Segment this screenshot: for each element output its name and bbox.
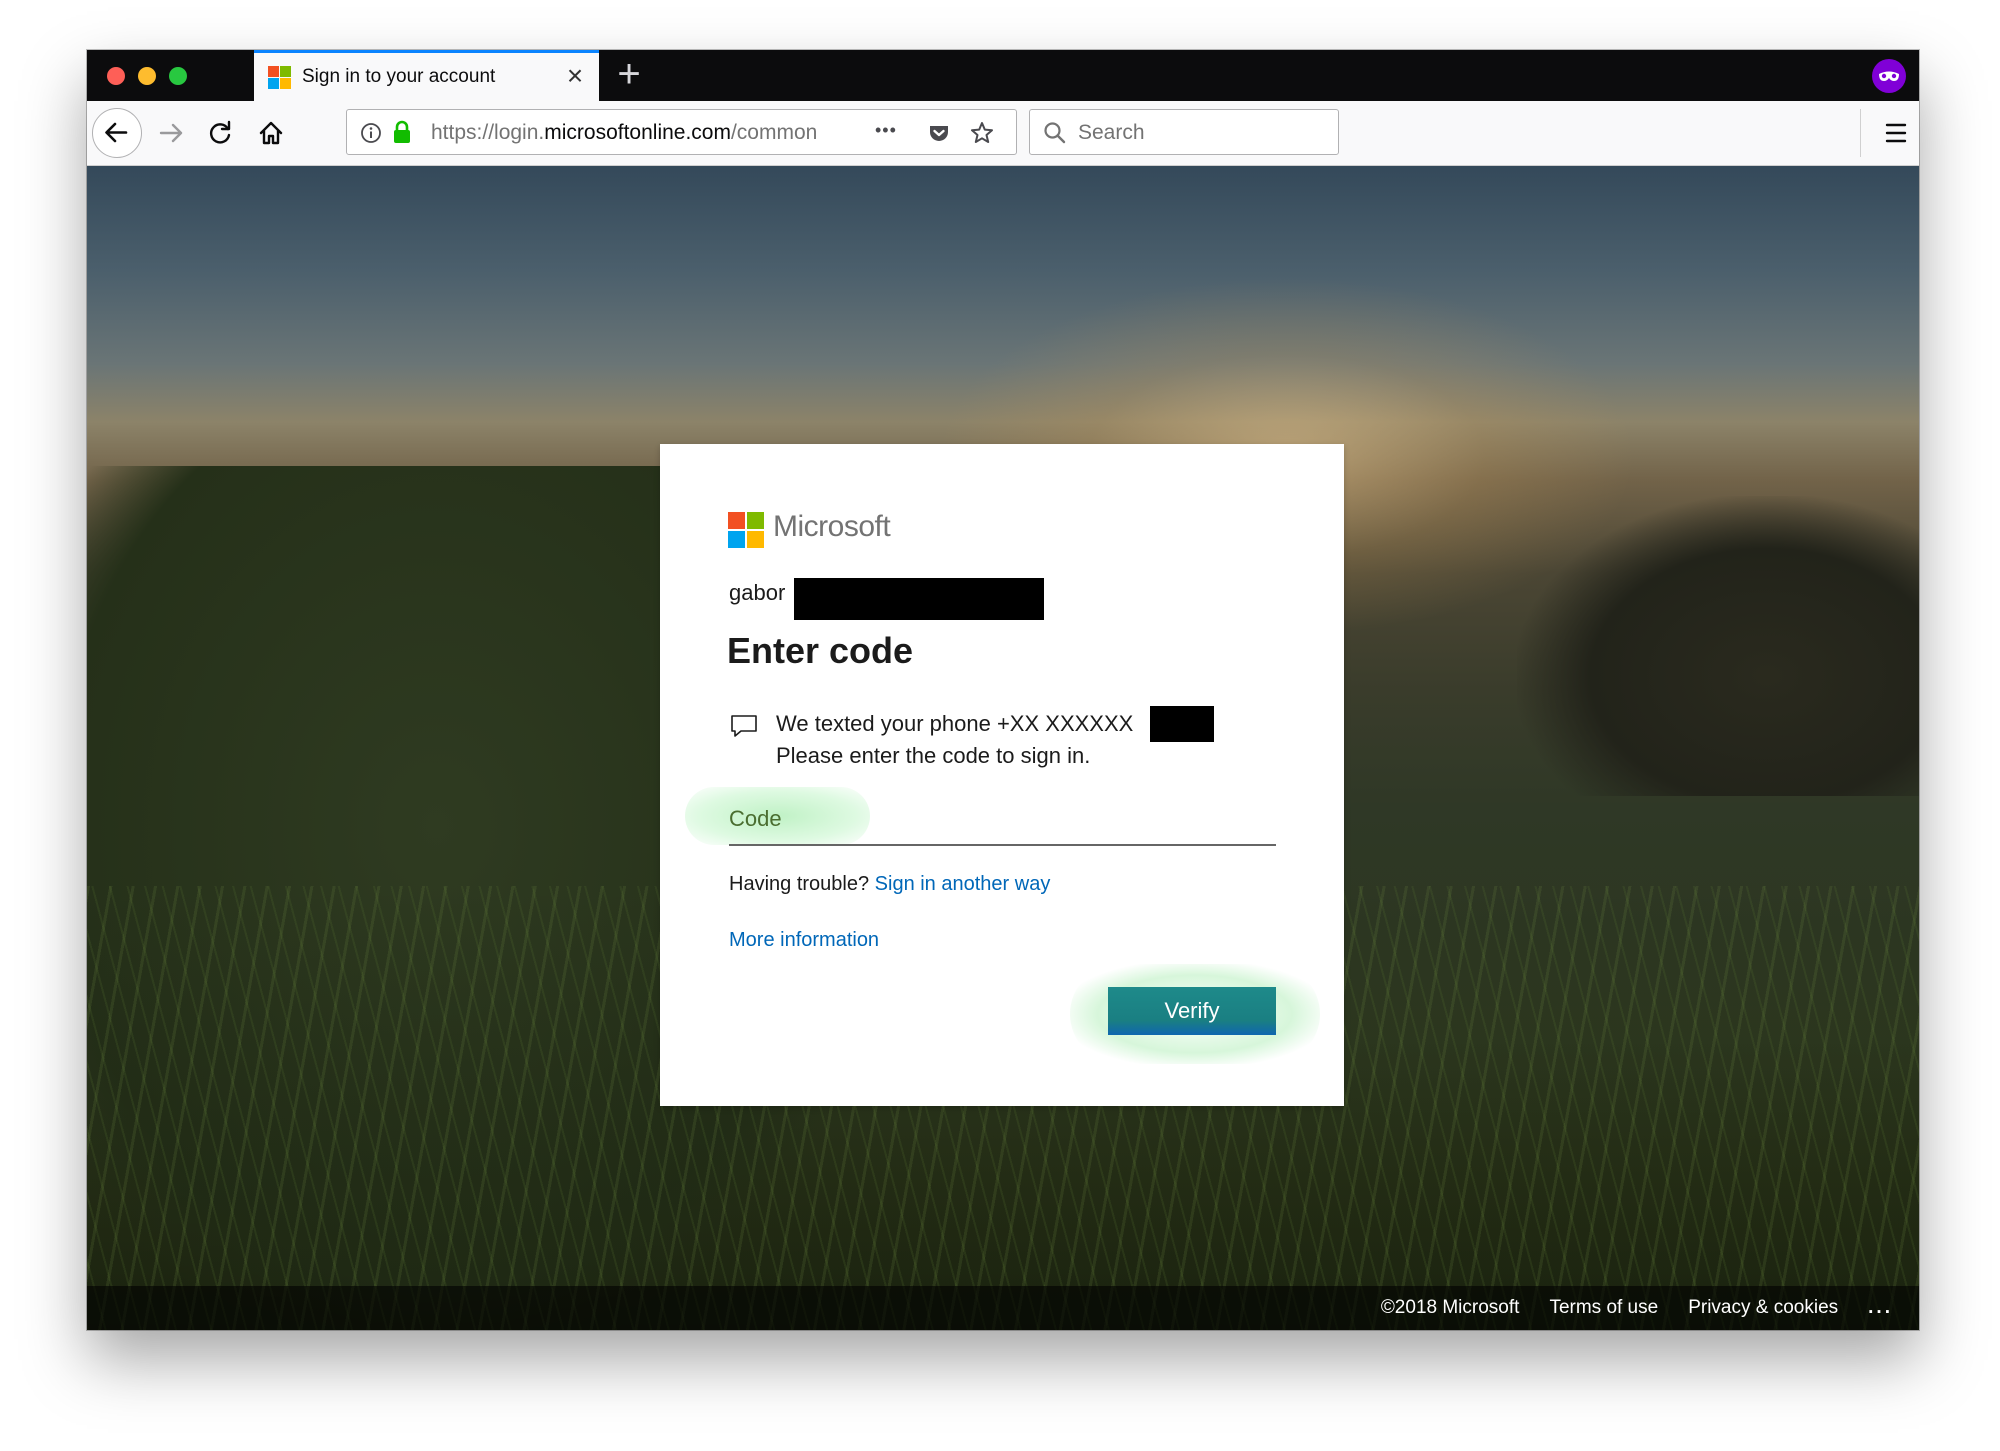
hamburger-menu-icon xyxy=(1885,123,1907,143)
toolbar-divider xyxy=(1860,109,1861,157)
pocket-icon[interactable] xyxy=(927,121,951,145)
forward-arrow-icon xyxy=(159,123,183,143)
verify-button[interactable]: Verify xyxy=(1108,987,1276,1035)
minimize-window-button[interactable] xyxy=(138,67,156,85)
code-input[interactable] xyxy=(729,794,1276,846)
microsoft-logo-icon xyxy=(728,512,764,548)
microsoft-wordmark: Microsoft xyxy=(773,510,891,543)
navigation-toolbar: https://login.microsoftonline.com/common… xyxy=(87,101,1919,166)
url-bar[interactable]: https://login.microsoftonline.com/common… xyxy=(346,109,1017,155)
sign-in-card: Microsoft gabor Enter code We texted you… xyxy=(660,444,1344,1106)
microsoft-favicon-icon xyxy=(268,66,292,90)
back-arrow-icon xyxy=(105,122,128,143)
search-placeholder: Search xyxy=(1078,121,1145,144)
back-button[interactable] xyxy=(92,108,142,158)
tab-close-icon[interactable]: × xyxy=(561,62,589,90)
reload-button[interactable] xyxy=(199,101,243,165)
bookmark-star-icon[interactable] xyxy=(969,120,995,146)
sms-line-2: Please enter the code to sign in. xyxy=(776,743,1091,768)
search-icon xyxy=(1044,122,1066,144)
footer-links: ©2018 Microsoft Terms of use Privacy & c… xyxy=(1351,1286,1893,1330)
more-information-link[interactable]: More information xyxy=(729,929,879,952)
url-text[interactable]: https://login.microsoftonline.com/common xyxy=(431,121,831,145)
page-actions-icon[interactable]: ••• xyxy=(875,120,897,141)
home-icon xyxy=(259,121,283,145)
privacy-cookies-link[interactable]: Privacy & cookies xyxy=(1688,1297,1838,1319)
close-window-button[interactable] xyxy=(107,67,125,85)
sms-line-1: We texted your phone +XX XXXXXX xyxy=(776,711,1134,736)
terms-of-use-link[interactable]: Terms of use xyxy=(1549,1297,1658,1319)
forward-button[interactable] xyxy=(149,101,193,165)
open-menu-button[interactable] xyxy=(1874,101,1918,165)
search-bar[interactable]: Search xyxy=(1029,109,1339,155)
background-hill-right xyxy=(1517,496,1919,796)
redaction-block xyxy=(794,578,1044,620)
private-browsing-mask-icon xyxy=(1872,59,1906,93)
message-icon xyxy=(731,715,757,737)
zoom-window-button[interactable] xyxy=(169,67,187,85)
redaction-block xyxy=(1150,706,1214,742)
trouble-line: Having trouble? Sign in another way xyxy=(729,873,1050,896)
browser-window: Sign in to your account × + https://logi… xyxy=(87,50,1919,1330)
page-title: Enter code xyxy=(727,630,914,671)
tab-sign-in[interactable]: Sign in to your account × xyxy=(254,50,599,101)
home-button[interactable] xyxy=(249,101,293,165)
tab-strip: Sign in to your account × + xyxy=(87,50,1919,101)
page-footer: ©2018 Microsoft Terms of use Privacy & c… xyxy=(87,1286,1919,1330)
trouble-label: Having trouble? xyxy=(729,873,870,895)
reload-icon xyxy=(209,120,231,144)
sign-in-another-way-link[interactable]: Sign in another way xyxy=(875,873,1051,895)
copyright-text: ©2018 Microsoft xyxy=(1380,1297,1520,1318)
sms-description: We texted your phone +XX XXXXXX Please e… xyxy=(776,708,1133,772)
tab-title: Sign in to your account xyxy=(302,66,496,87)
more-options-icon[interactable]: ... xyxy=(1868,1297,1893,1319)
account-identity: gabor xyxy=(729,580,786,605)
info-icon[interactable] xyxy=(359,121,383,145)
lock-icon[interactable] xyxy=(391,119,413,145)
new-tab-button[interactable]: + xyxy=(609,54,649,95)
page-background: Microsoft gabor Enter code We texted you… xyxy=(87,166,1919,1330)
